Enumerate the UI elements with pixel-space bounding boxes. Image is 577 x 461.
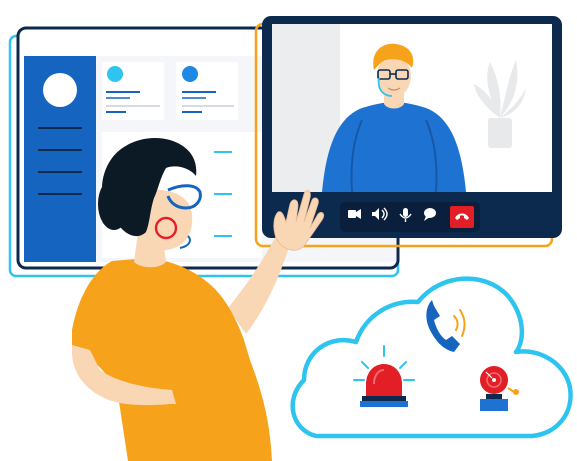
camera-toggle-button[interactable]: [348, 209, 361, 219]
alert-cloud: [290, 276, 573, 439]
end-call-button[interactable]: [450, 206, 474, 228]
call-control-bar: [340, 202, 480, 232]
woman-hair-bun: [98, 178, 130, 230]
woman-shirt: [72, 258, 272, 461]
profile-card-2: [176, 62, 238, 120]
profile-card-1-avatar: [107, 66, 123, 82]
profile-card-2-avatar: [182, 66, 198, 82]
sidebar-avatar: [43, 73, 77, 107]
telehealth-illustration: [8, 16, 573, 461]
profile-card-1: [102, 62, 164, 120]
